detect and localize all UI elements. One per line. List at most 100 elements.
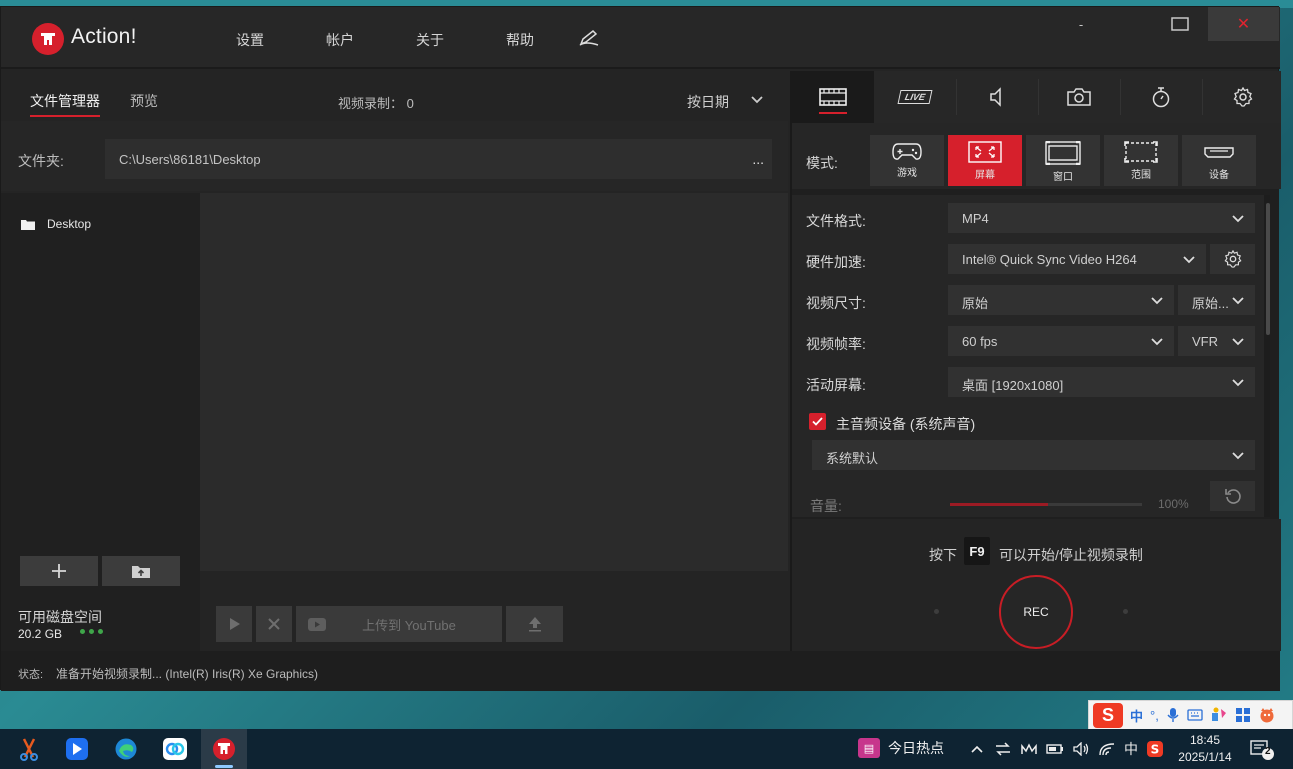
- record-count-value: 0: [406, 96, 414, 111]
- open-folder-button[interactable]: [102, 556, 180, 586]
- mode-label: 模式:: [806, 155, 838, 171]
- sogou-tray-icon[interactable]: S: [1146, 740, 1164, 758]
- chevron-down-icon: [1151, 297, 1163, 305]
- news-icon: ▤: [858, 738, 880, 758]
- ime-punctuation-toggle[interactable]: °,: [1150, 708, 1159, 723]
- news-widget[interactable]: ▤ 今日热点: [858, 738, 944, 758]
- tab-audio[interactable]: [956, 71, 1038, 123]
- tree-item-desktop[interactable]: Desktop: [21, 217, 91, 231]
- sync-arrows-icon[interactable]: [994, 740, 1012, 758]
- menu-settings[interactable]: 设置: [236, 30, 264, 50]
- mode-region-button[interactable]: 范围: [1104, 135, 1178, 186]
- input-language-indicator[interactable]: 中: [1124, 739, 1138, 759]
- taskbar-app-baidu-netdisk[interactable]: [152, 729, 198, 769]
- video-size-secondary-dropdown[interactable]: 原始...: [1178, 285, 1255, 315]
- volume-icon[interactable]: [1072, 740, 1090, 758]
- disk-space-value: 20.2 GB: [18, 627, 63, 641]
- keyboard-icon[interactable]: [1187, 709, 1203, 721]
- taskbar-app-snipping[interactable]: [6, 729, 52, 769]
- chevron-down-icon: [1232, 452, 1244, 460]
- sogou-logo-icon[interactable]: S: [1093, 702, 1123, 728]
- close-icon: [268, 618, 280, 630]
- menu-account[interactable]: 帐户: [326, 30, 354, 50]
- record-control-area: 按下 F9 可以开始/停止视频录制 REC: [792, 519, 1281, 651]
- folder-path-text: C:\Users\86181\Desktop: [119, 152, 261, 167]
- mode-game-button[interactable]: 游戏: [870, 135, 944, 186]
- tab-file-manager[interactable]: 文件管理器: [30, 91, 100, 117]
- upload-button[interactable]: [506, 606, 563, 642]
- hdmi-device-icon: [1204, 147, 1234, 158]
- play-button[interactable]: [216, 606, 252, 642]
- ime-language-toggle[interactable]: 中: [1130, 706, 1143, 725]
- notification-center-button[interactable]: 2: [1249, 739, 1275, 761]
- hardware-accel-label: 硬件加速:: [806, 254, 866, 270]
- hardware-accel-settings-button[interactable]: [1210, 244, 1255, 274]
- frame-rate-dropdown[interactable]: 60 fps: [948, 326, 1174, 356]
- tab-preview[interactable]: 预览: [130, 91, 158, 111]
- file-manager-panel: 文件管理器 预览 视频录制： 0 按日期 文件夹: C:\Users\86181…: [1, 71, 788, 651]
- tab-live[interactable]: LIVE: [874, 71, 956, 123]
- skin-icon[interactable]: [1210, 707, 1228, 723]
- file-list-area: [200, 193, 788, 571]
- tab-timer[interactable]: [1120, 71, 1202, 123]
- meter-icon[interactable]: [1020, 740, 1038, 758]
- upload-youtube-button[interactable]: 上传到 YouTube: [296, 606, 502, 642]
- fullscreen-icon: [968, 141, 1002, 163]
- settings-scrollbar-thumb[interactable]: [1266, 203, 1270, 335]
- mode-window-button[interactable]: 窗口: [1026, 135, 1100, 186]
- ime-toolbar: S 中 °,: [1088, 700, 1293, 730]
- pen-icon[interactable]: [578, 29, 600, 47]
- mascot-icon[interactable]: [1258, 707, 1276, 723]
- menu-help[interactable]: 帮助: [506, 30, 534, 50]
- frame-rate-value: 60 fps: [962, 334, 998, 349]
- upload-arrow-icon: [528, 617, 541, 632]
- volume-slider[interactable]: [950, 503, 1142, 506]
- browse-folder-button[interactable]: ...: [752, 151, 764, 167]
- sort-by-date-dropdown[interactable]: 按日期: [687, 92, 729, 112]
- record-button[interactable]: REC: [999, 575, 1073, 649]
- delete-button[interactable]: [256, 606, 292, 642]
- plus-icon: [52, 564, 66, 578]
- wifi-icon[interactable]: [1098, 740, 1116, 758]
- close-button[interactable]: ✕: [1208, 7, 1279, 41]
- taskbar-app-action[interactable]: [201, 729, 247, 769]
- active-screen-dropdown[interactable]: 桌面 [1920x1080]: [948, 367, 1255, 397]
- news-label: 今日热点: [888, 740, 944, 756]
- maximize-button[interactable]: [1163, 7, 1197, 41]
- mode-device-label: 设备: [1209, 170, 1229, 181]
- taskbar-app-edge[interactable]: [103, 729, 149, 769]
- chevron-up-icon[interactable]: [968, 740, 986, 758]
- tab-settings[interactable]: [1202, 71, 1284, 123]
- cloud-app-icon: [163, 738, 187, 760]
- volume-reset-button[interactable]: [1210, 481, 1255, 511]
- tab-video[interactable]: [792, 71, 874, 123]
- disk-status-indicator: [80, 629, 103, 634]
- frame-rate-mode-dropdown[interactable]: VFR: [1178, 326, 1255, 356]
- mode-game-label: 游戏: [897, 168, 917, 179]
- battery-icon[interactable]: [1046, 740, 1064, 758]
- upload-youtube-label: 上传到 YouTube: [362, 617, 456, 633]
- mode-screen-button[interactable]: 屏幕: [948, 135, 1022, 186]
- video-size-label: 视频尺寸:: [806, 295, 866, 311]
- microphone-icon[interactable]: [1166, 707, 1180, 723]
- mode-device-button[interactable]: 设备: [1182, 135, 1256, 186]
- taskbar-app-feishu[interactable]: [54, 729, 100, 769]
- chevron-down-icon: [1232, 297, 1244, 305]
- hardware-accel-dropdown[interactable]: Intel® Quick Sync Video H264: [948, 244, 1206, 274]
- toolbox-icon[interactable]: [1235, 707, 1251, 723]
- minimize-button[interactable]: -: [1067, 7, 1095, 41]
- hint-suffix: 可以开始/停止视频录制: [999, 547, 1143, 563]
- chevron-down-icon[interactable]: [749, 91, 765, 107]
- main-audio-checkbox[interactable]: [809, 413, 826, 430]
- video-size-dropdown[interactable]: 原始: [948, 285, 1174, 315]
- system-clock[interactable]: 18:45 2025/1/14: [1170, 732, 1240, 766]
- menu-about[interactable]: 关于: [416, 30, 444, 50]
- chevron-down-icon: [1151, 338, 1163, 346]
- audio-device-dropdown[interactable]: 系统默认: [812, 440, 1255, 470]
- file-format-dropdown[interactable]: MP4: [948, 203, 1255, 233]
- close-icon: ✕: [1236, 16, 1251, 33]
- folder-path-field[interactable]: C:\Users\86181\Desktop ...: [105, 139, 772, 179]
- action-app-window: Action! 设置 帐户 关于 帮助 - ✕ 文件管理器 预览 视频录制： 0…: [0, 6, 1281, 691]
- tab-screenshot[interactable]: [1038, 71, 1120, 123]
- add-folder-button[interactable]: [20, 556, 98, 586]
